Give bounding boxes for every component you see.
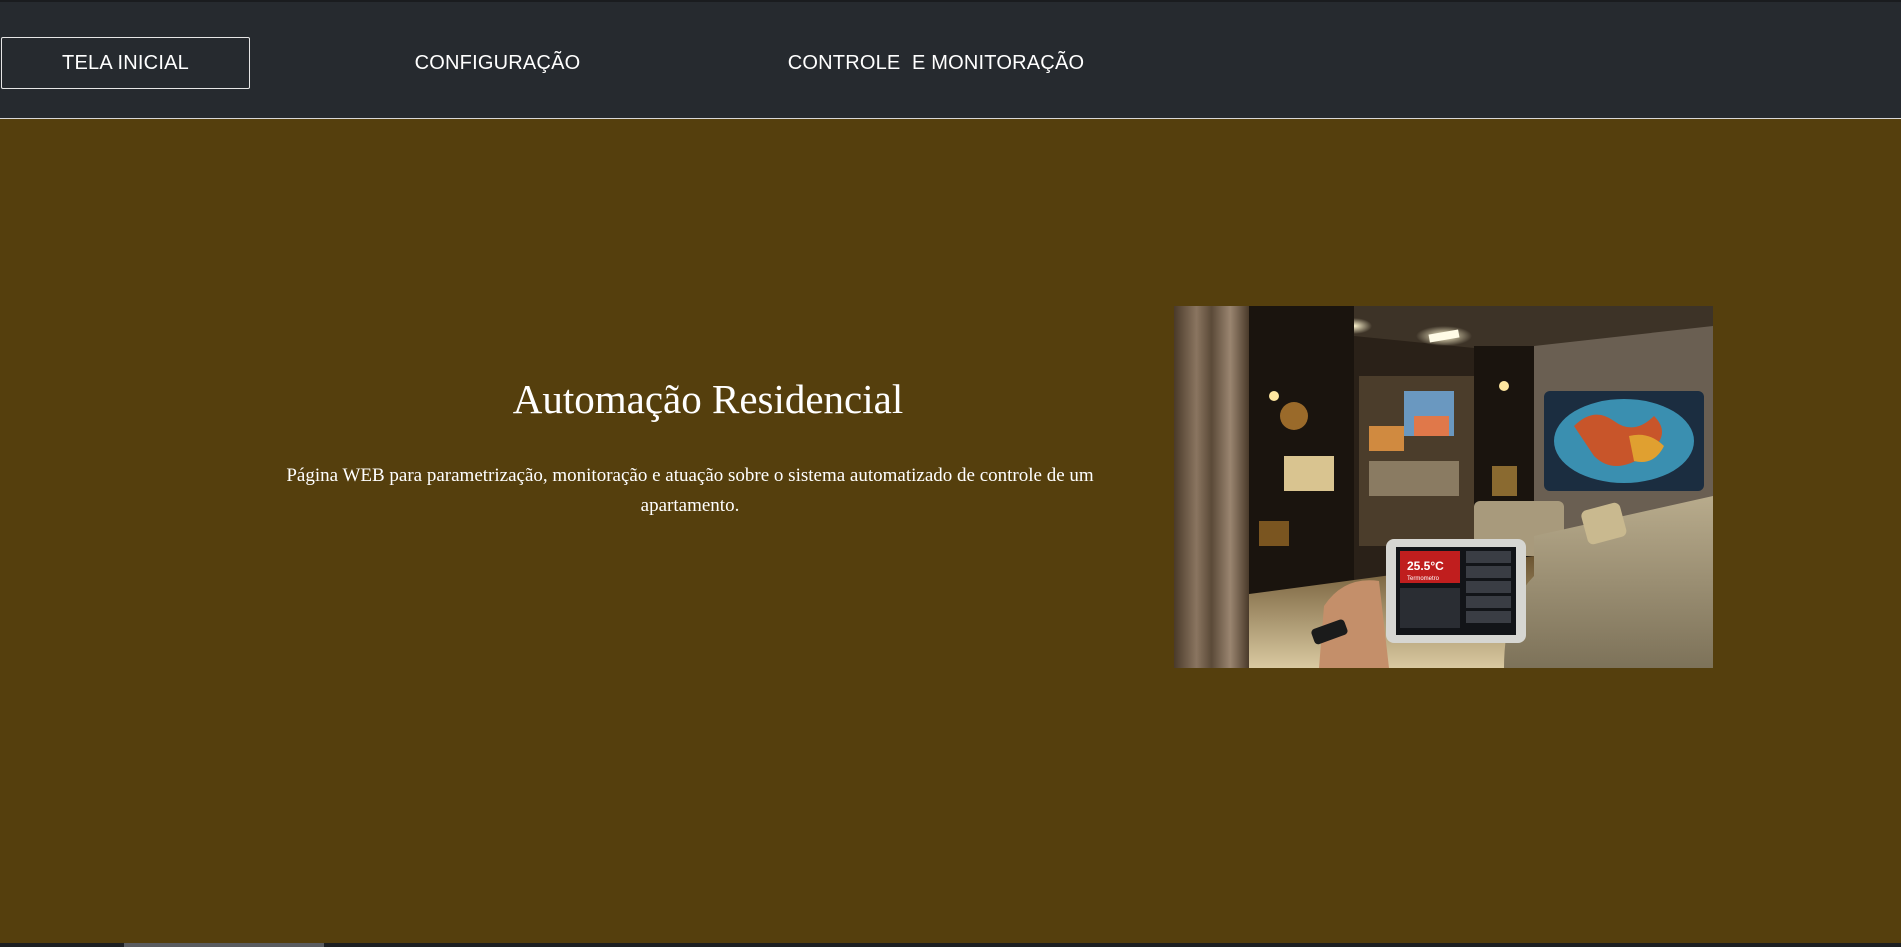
nav-controle-monitoracao[interactable]: CONTROLE E MONITORAÇÃO bbox=[770, 37, 1102, 89]
nav-configuracao[interactable]: CONFIGURAÇÃO bbox=[373, 37, 622, 89]
top-navbar: TELA INICIAL CONFIGURAÇÃO CONTROLE E MON… bbox=[0, 0, 1901, 119]
main-content: Automação Residencial Página WEB para pa… bbox=[0, 119, 1901, 943]
smart-home-photo: 25.5°C Termometro bbox=[1174, 306, 1713, 668]
horizontal-scrollbar-thumb[interactable] bbox=[124, 943, 324, 947]
page-description: Página WEB para parametrização, monitora… bbox=[286, 465, 1094, 516]
nav-tela-inicial[interactable]: TELA INICIAL bbox=[1, 37, 250, 89]
tablet-caption: Termometro bbox=[1407, 576, 1440, 582]
tablet-temperature: 25.5°C bbox=[1407, 559, 1444, 573]
page-title: Automação Residencial bbox=[512, 376, 904, 422]
